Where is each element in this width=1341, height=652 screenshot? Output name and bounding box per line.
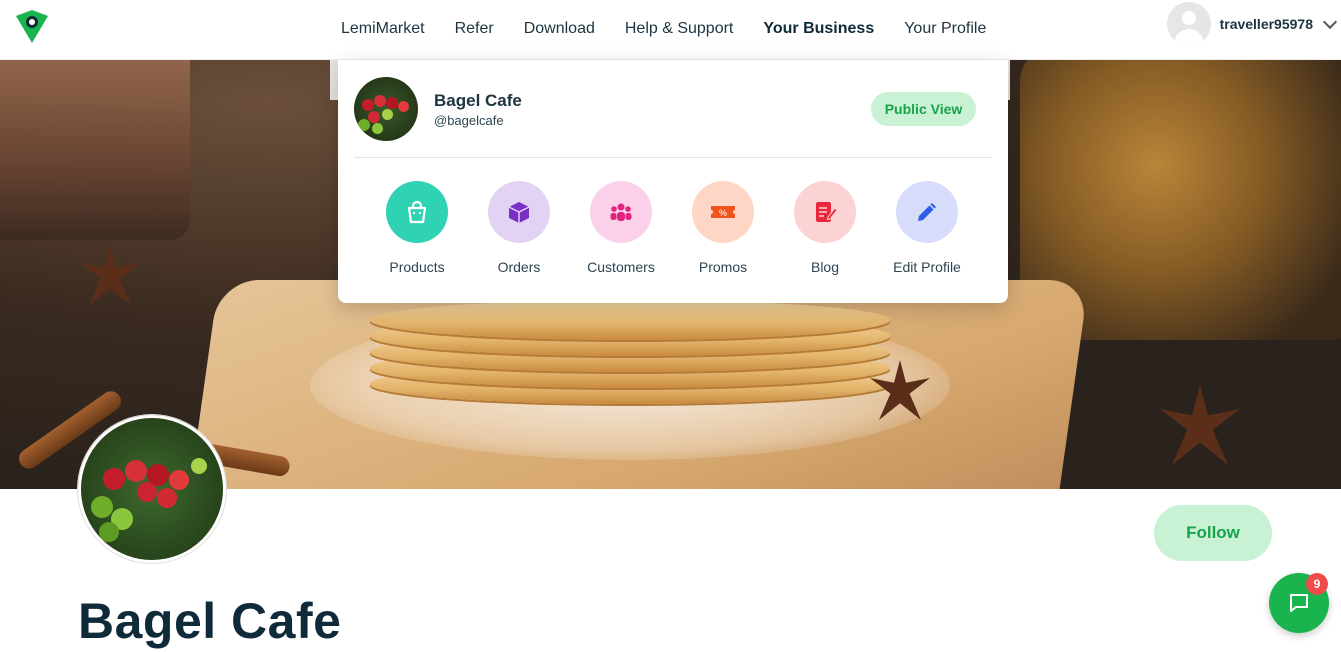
main-nav: LemiMarket Refer Download Help & Support… xyxy=(326,0,1001,58)
action-edit-profile[interactable]: Edit Profile xyxy=(876,181,978,275)
top-nav-bar: LemiMarket Refer Download Help & Support… xyxy=(0,0,1341,60)
profile-avatar[interactable] xyxy=(78,415,226,563)
shopping-bag-icon xyxy=(407,200,427,224)
decor-jar xyxy=(0,60,190,240)
promos-icon-circle[interactable]: % xyxy=(692,181,754,243)
action-blog[interactable]: Blog xyxy=(774,181,876,275)
orders-label: Orders xyxy=(497,259,541,275)
orders-icon-circle[interactable] xyxy=(488,181,550,243)
customers-label: Customers xyxy=(587,259,655,275)
nav-your-profile[interactable]: Your Profile xyxy=(889,20,1001,38)
business-avatar[interactable] xyxy=(354,77,418,141)
ticket-icon: % xyxy=(711,206,735,218)
action-promos[interactable]: % Promos xyxy=(672,181,774,275)
star-anise-icon xyxy=(80,245,140,305)
decor-pancake xyxy=(370,300,890,340)
edit-profile-label: Edit Profile xyxy=(893,259,961,275)
chat-unread-badge: 9 xyxy=(1306,573,1328,595)
products-icon-circle[interactable] xyxy=(386,181,448,243)
package-icon xyxy=(508,202,530,223)
action-orders[interactable]: Orders xyxy=(468,181,570,275)
action-customers[interactable]: Customers xyxy=(570,181,672,275)
action-products[interactable]: Products xyxy=(366,181,468,275)
public-view-button[interactable]: Public View xyxy=(871,92,976,126)
nav-refer[interactable]: Refer xyxy=(440,20,509,38)
svg-text:%: % xyxy=(719,208,727,218)
nav-your-business[interactable]: Your Business xyxy=(748,20,889,38)
nav-help-support[interactable]: Help & Support xyxy=(610,20,749,38)
username[interactable]: traveller95978 xyxy=(1220,16,1313,32)
business-name: Bagel Cafe xyxy=(434,91,522,110)
user-menu[interactable]: traveller95978 xyxy=(1166,0,1341,48)
blog-icon xyxy=(816,202,838,222)
blog-icon-circle[interactable] xyxy=(794,181,856,243)
edit-profile-icon-circle[interactable] xyxy=(896,181,958,243)
business-handle: @bagelcafe xyxy=(434,113,504,128)
user-avatar[interactable] xyxy=(1166,2,1211,46)
star-anise-icon xyxy=(1160,385,1240,465)
pencil-icon xyxy=(918,203,936,221)
business-actions: Products Orders Customers % Promos Blog … xyxy=(366,181,978,275)
people-icon xyxy=(610,203,632,221)
follow-button[interactable]: Follow xyxy=(1154,505,1272,561)
products-label: Products xyxy=(389,259,445,275)
blog-label: Blog xyxy=(810,259,840,275)
nav-lemimarket[interactable]: LemiMarket xyxy=(326,20,440,38)
business-dropdown: Bagel Cafe @bagelcafe Public View Produc… xyxy=(338,60,1008,303)
promos-label: Promos xyxy=(698,259,748,275)
nav-download[interactable]: Download xyxy=(509,20,610,38)
page-title: Bagel Cafe xyxy=(78,593,342,649)
chevron-down-icon[interactable] xyxy=(1322,14,1338,30)
logo-icon[interactable] xyxy=(14,10,50,44)
customers-icon-circle[interactable] xyxy=(590,181,652,243)
divider xyxy=(354,157,992,158)
chat-bubble-icon xyxy=(1290,594,1308,612)
